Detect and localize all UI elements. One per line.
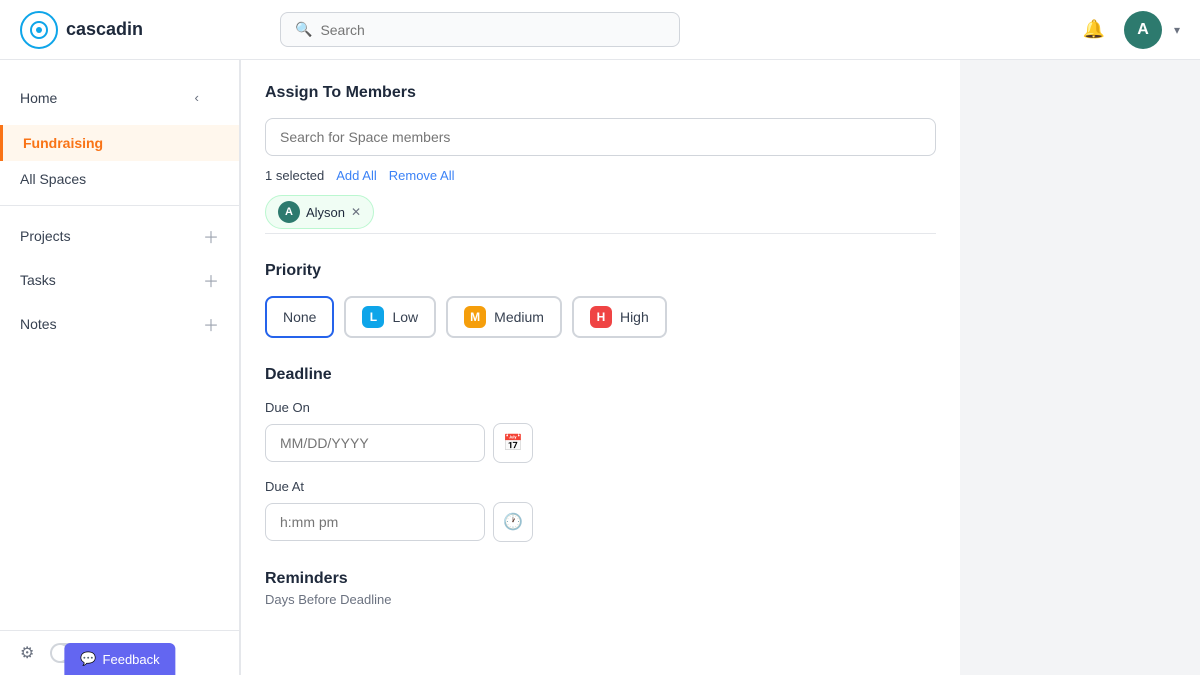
tasks-add-button[interactable]: ＋ [203,268,219,292]
sidebar-item-projects[interactable]: Projects ＋ [0,214,239,258]
feedback-label: Feedback [103,652,160,667]
content-panel: Assign To Members 1 selected Add All Rem… [240,60,960,675]
main: Assign To Members 1 selected Add All Rem… [240,60,1200,675]
search-input[interactable] [320,22,665,38]
logo: cascadin [20,11,260,49]
priority-medium-button[interactable]: M Medium [446,296,562,338]
priority-low-button[interactable]: L Low [344,296,436,338]
reminders-sub: Days Before Deadline [265,592,936,607]
member-tag-avatar: A [278,201,300,223]
reminders-title: Reminders [265,570,936,588]
due-at-row: 🕐 [265,502,936,542]
priority-none-label: None [283,309,316,325]
due-at-input[interactable] [265,503,485,541]
priority-low-badge: L [362,306,384,328]
reminders-section: Reminders Days Before Deadline [265,570,936,607]
sidebar: Home ‹ Fundraising All Spaces Projects ＋… [0,60,240,675]
member-tag: A Alyson ✕ [265,195,374,229]
feedback-button[interactable]: 💬 Feedback [64,643,175,675]
sidebar-item-tasks[interactable]: Tasks ＋ [0,258,239,302]
deadline-title: Deadline [265,366,936,384]
sidebar-projects-label: Projects [20,228,71,244]
sidebar-all-spaces-label: All Spaces [20,171,86,187]
priority-section: Priority None L Low M Medium H [265,262,936,338]
logo-icon [20,11,58,49]
sidebar-item-notes[interactable]: Notes ＋ [0,302,239,346]
avatar-chevron-icon[interactable]: ▾ [1174,23,1180,37]
assign-divider [265,233,936,234]
sidebar-notes-label: Notes [20,316,57,332]
due-at-label: Due At [265,479,936,494]
member-tag-remove[interactable]: ✕ [351,205,361,219]
notes-add-button[interactable]: ＋ [203,312,219,336]
sidebar-fundraising-label: Fundraising [23,135,103,151]
feedback-icon: 💬 [80,651,96,667]
due-on-label: Due On [265,400,936,415]
priority-medium-label: Medium [494,309,544,325]
assign-members-section: Assign To Members 1 selected Add All Rem… [265,84,936,234]
search-bar: 🔍 [280,12,680,47]
priority-high-label: High [620,309,649,325]
header: cascadin 🔍 🔔 A ▾ [0,0,1200,60]
deadline-section: Deadline Due On 📅 Due At 🕐 [265,366,936,542]
add-all-button[interactable]: Add All [336,168,376,183]
sidebar-item-home[interactable]: Home ‹ [0,70,239,125]
priority-none-button[interactable]: None [265,296,334,338]
sidebar-divider [0,205,239,206]
header-right: 🔔 A ▾ [1076,11,1180,49]
logo-text: cascadin [66,19,143,40]
avatar[interactable]: A [1124,11,1162,49]
gear-icon[interactable]: ⚙ [20,643,34,663]
sidebar-top: Home ‹ Fundraising All Spaces Projects ＋… [0,60,239,356]
selection-row: 1 selected Add All Remove All [265,168,936,183]
member-search-input[interactable] [265,118,936,156]
search-icon: 🔍 [295,21,312,38]
sidebar-tasks-label: Tasks [20,272,56,288]
priority-title: Priority [265,262,936,280]
priority-high-button[interactable]: H High [572,296,667,338]
tags-row: A Alyson ✕ [265,195,936,229]
assign-members-title: Assign To Members [265,84,936,102]
priority-row: None L Low M Medium H High [265,296,936,338]
sidebar-item-all-spaces[interactable]: All Spaces [0,161,239,197]
calendar-icon[interactable]: 📅 [493,423,533,463]
selected-count: 1 selected [265,168,324,183]
sidebar-item-home-label: Home [20,90,57,106]
due-on-row: 📅 [265,423,936,463]
member-tag-name: Alyson [306,205,345,220]
remove-all-button[interactable]: Remove All [389,168,455,183]
logo-inner-dot [36,27,42,33]
sidebar-collapse-button[interactable]: ‹ [175,80,219,115]
priority-medium-badge: M [464,306,486,328]
bell-button[interactable]: 🔔 [1076,12,1112,48]
body: Home ‹ Fundraising All Spaces Projects ＋… [0,60,1200,675]
priority-high-badge: H [590,306,612,328]
logo-icon-inner [30,21,48,39]
sidebar-item-fundraising[interactable]: Fundraising [0,125,239,161]
priority-low-label: Low [392,309,418,325]
projects-add-button[interactable]: ＋ [203,224,219,248]
clock-icon[interactable]: 🕐 [493,502,533,542]
due-on-input[interactable] [265,424,485,462]
